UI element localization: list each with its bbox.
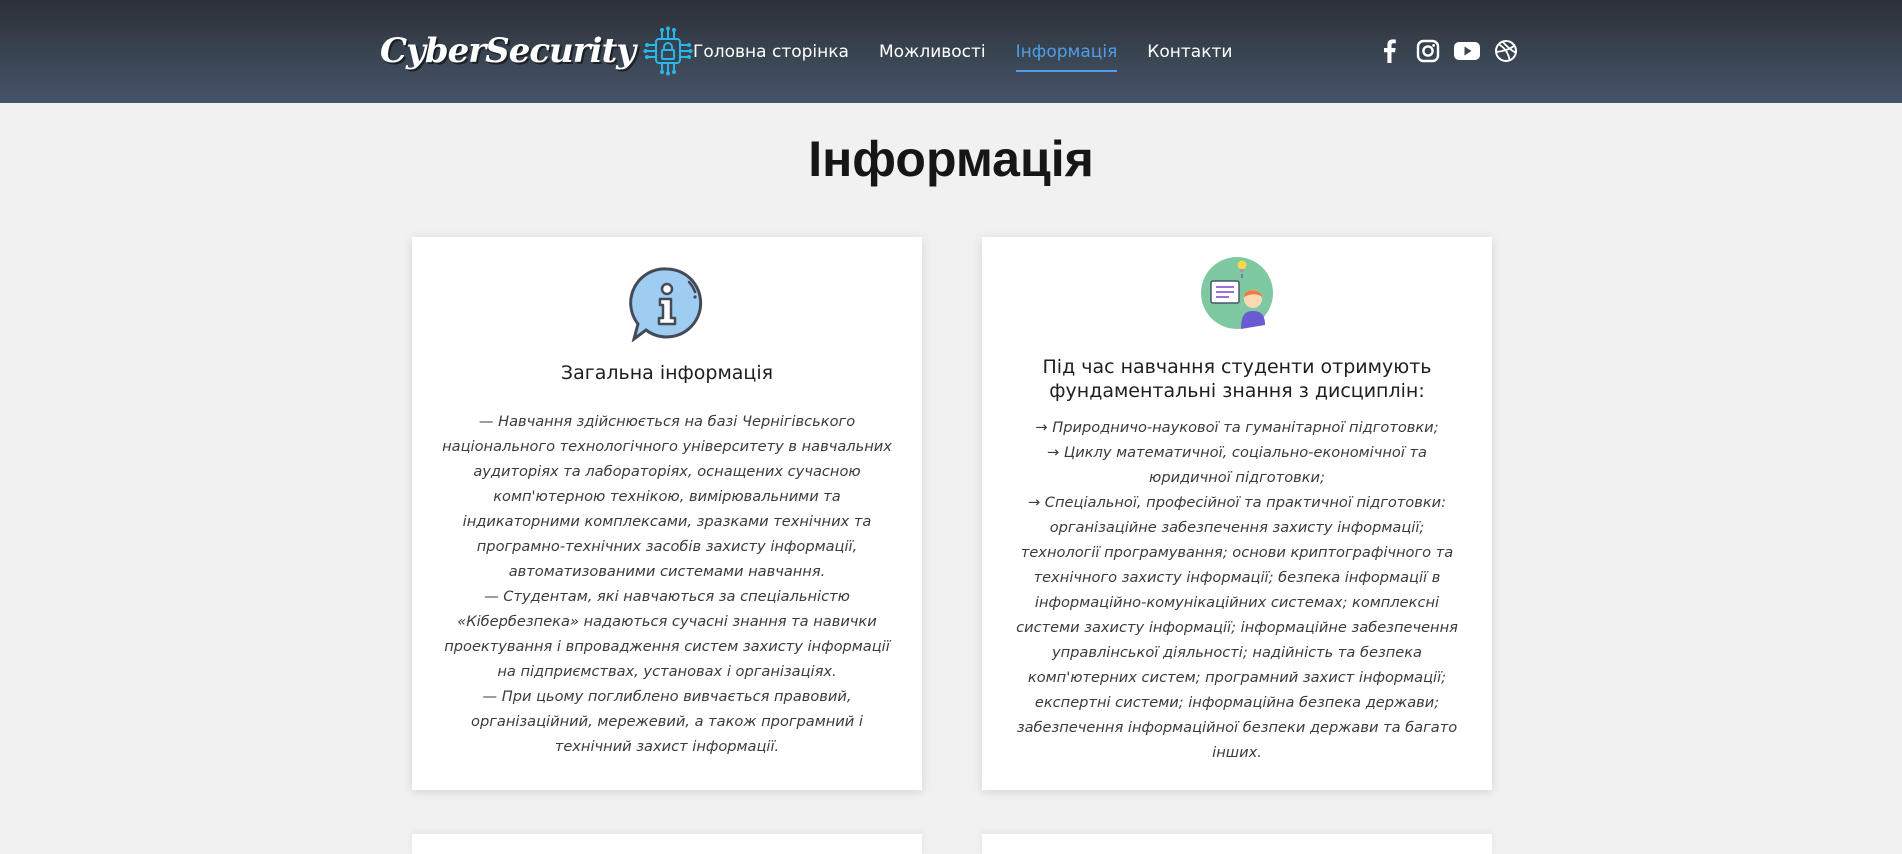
disciplines-title: Під час навчання студенти отримують фунд…	[1042, 356, 1432, 402]
student-learning-icon	[1201, 257, 1273, 329]
general-info-paragraph: — Навчання здійснюється на базі Чернігів…	[442, 413, 892, 580]
disciplines-card: Під час навчання студенти отримують фунд…	[982, 237, 1492, 790]
disciplines-item: → Спеціальної, професійної та практичної…	[1016, 494, 1458, 761]
site-header: CyberSecurity Головна сторінка Можливост…	[0, 0, 1902, 103]
page-title: Інформація	[808, 131, 1094, 187]
general-info-paragraph: — Студентам, які навчаються за спеціальн…	[444, 588, 890, 680]
youtube-icon[interactable]	[1454, 38, 1480, 64]
info-speech-bubble-icon	[629, 267, 703, 342]
social-links	[1376, 38, 1532, 64]
site-logo[interactable]: CyberSecurity	[380, 26, 693, 76]
general-info-text: — Навчання здійснюється на базі Чернігів…	[442, 409, 892, 759]
facebook-icon[interactable]	[1376, 38, 1402, 64]
general-info-title: Загальна інформація	[560, 362, 774, 384]
nav-home[interactable]: Головна сторінка	[693, 42, 849, 62]
disciplines-text: → Природничо-наукової та гуманітарної пі…	[1012, 415, 1462, 765]
dribbble-icon[interactable]	[1493, 38, 1519, 64]
general-info-card: Загальна інформація — Навчання здійснюєт…	[412, 237, 922, 790]
nav-contacts[interactable]: Контакти	[1147, 42, 1232, 62]
nav-information[interactable]: Інформація	[1015, 42, 1117, 72]
general-info-paragraph: — При цьому поглиблено вивчається правов…	[471, 688, 863, 755]
disciplines-item: → Циклу математичної, соціально-економіч…	[1047, 444, 1427, 486]
main-nav: Головна сторінка Можливості Інформація К…	[693, 0, 1262, 103]
circuit-lock-icon	[643, 26, 693, 76]
nav-features[interactable]: Можливості	[879, 42, 986, 62]
logo-text: CyberSecurity	[380, 31, 636, 71]
next-card-top-edge	[412, 834, 922, 854]
disciplines-item: → Природничо-наукової та гуманітарної пі…	[1035, 419, 1439, 436]
next-card-top-edge	[982, 834, 1492, 854]
instagram-icon[interactable]	[1415, 38, 1441, 64]
